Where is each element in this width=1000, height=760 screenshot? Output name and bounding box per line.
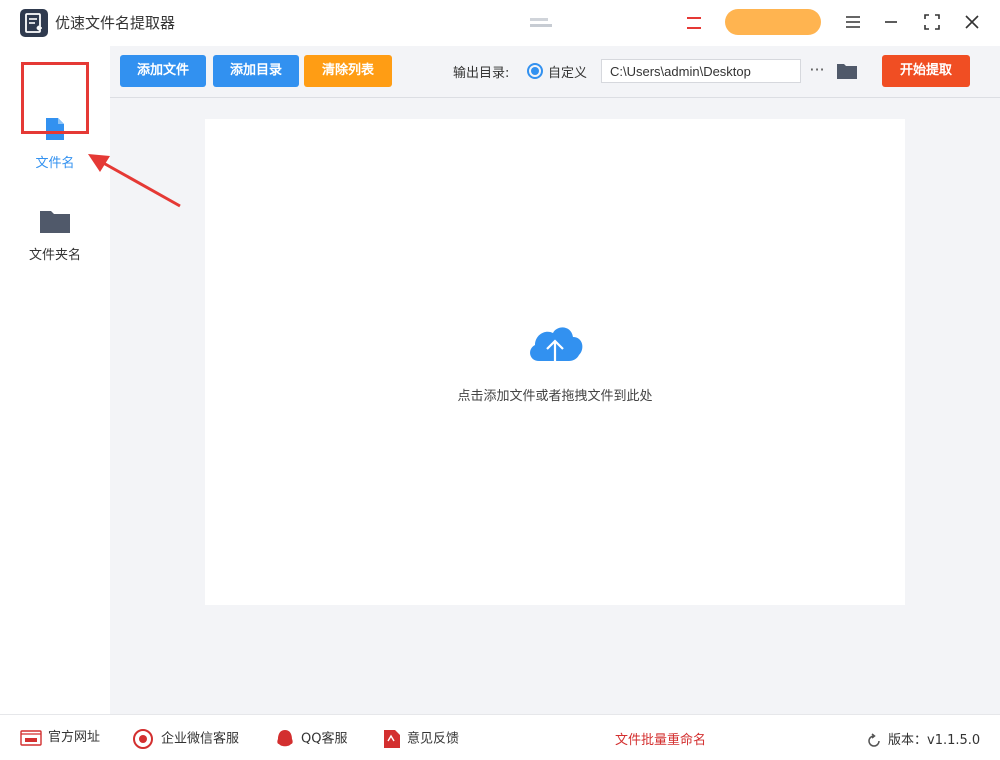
qq-service-label: QQ客服 xyxy=(301,731,348,747)
feedback-icon xyxy=(384,730,400,748)
cloud-upload-icon xyxy=(530,327,583,375)
folder-icon xyxy=(40,211,70,233)
batch-rename-link[interactable]: 文件批量重命名 xyxy=(615,729,706,748)
open-folder-icon[interactable] xyxy=(836,61,858,81)
wechat-service-link[interactable]: 企业微信客服 xyxy=(133,729,240,749)
blurred-icon xyxy=(687,17,701,29)
output-path-input[interactable] xyxy=(601,59,801,83)
website-icon xyxy=(20,729,42,746)
sidebar: 文件名 文件夹名 xyxy=(0,46,110,714)
add-file-button[interactable]: 添加文件 xyxy=(120,55,206,87)
output-dir-label: 输出目录: xyxy=(453,66,510,81)
file-drop-zone[interactable]: 点击添加文件或者拖拽文件到此处 xyxy=(205,119,905,605)
version-label: 版本：v1.1.5.0 xyxy=(888,733,981,748)
wechat-icon xyxy=(133,729,153,749)
title-bar: 优速文件名提取器 xyxy=(0,0,1000,46)
vip-button[interactable] xyxy=(725,9,821,35)
highlight-box xyxy=(21,62,89,134)
wechat-service-label: 企业微信客服 xyxy=(161,731,240,747)
footer: 官方网址 企业微信客服 QQ客服 意见反馈 文件批量重命名 版本：v1.1.5.… xyxy=(0,714,1000,760)
official-website-link[interactable]: 官方网址 xyxy=(20,729,100,747)
app-logo xyxy=(20,9,48,37)
add-directory-button[interactable]: 添加目录 xyxy=(213,55,299,87)
close-icon[interactable] xyxy=(959,9,985,35)
minimize-icon[interactable] xyxy=(878,9,904,35)
drop-hint: 点击添加文件或者拖拽文件到此处 xyxy=(457,389,653,404)
feedback-label: 意见反馈 xyxy=(407,731,460,747)
app-title: 优速文件名提取器 xyxy=(55,14,176,32)
custom-radio-label[interactable]: 自定义 xyxy=(548,62,587,81)
sidebar-item-foldername[interactable]: 文件夹名 xyxy=(0,208,110,263)
sidebar-item-label: 文件夹名 xyxy=(28,248,81,263)
menu-icon[interactable] xyxy=(840,9,866,35)
qq-icon xyxy=(277,730,293,747)
feedback-link[interactable]: 意见反馈 xyxy=(383,729,460,748)
clear-list-button[interactable]: 清除列表 xyxy=(304,55,392,87)
start-extract-button[interactable]: 开始提取 xyxy=(882,55,970,87)
annotation-arrow xyxy=(88,154,181,208)
blurred-icon xyxy=(530,18,552,27)
official-website-label: 官方网址 xyxy=(48,730,101,745)
version-info: 版本：v1.1.5.0 xyxy=(866,729,980,749)
more-button[interactable]: ··· xyxy=(807,59,827,83)
maximize-icon[interactable] xyxy=(919,9,945,35)
refresh-icon[interactable] xyxy=(866,732,882,749)
toolbar: 添加文件 添加目录 清除列表 输出目录: 自定义 ··· 开始提取 xyxy=(110,46,1000,98)
custom-radio[interactable] xyxy=(527,63,543,79)
qq-service-link[interactable]: QQ客服 xyxy=(275,729,347,747)
